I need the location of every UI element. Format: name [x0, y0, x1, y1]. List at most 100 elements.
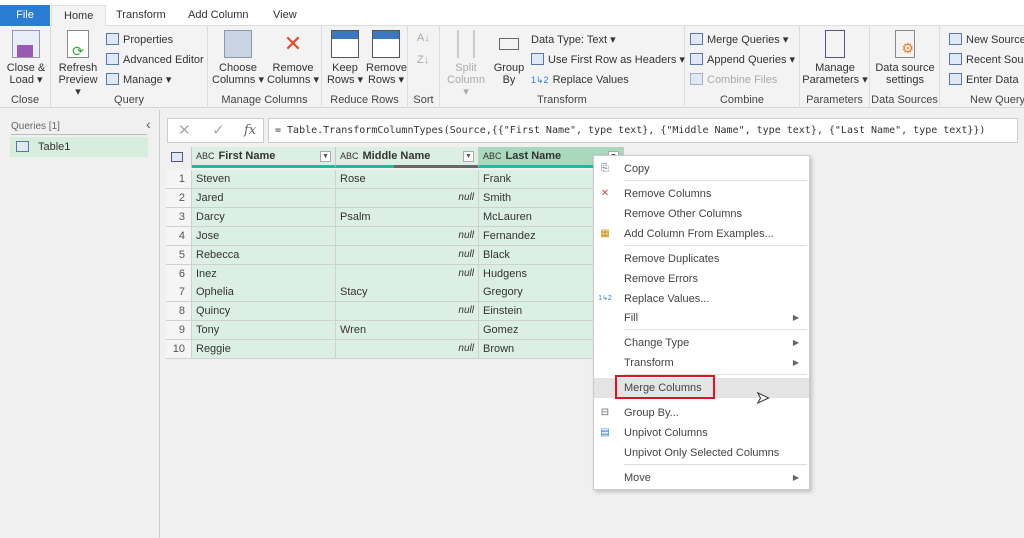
confirm-icon[interactable]: ✓	[212, 119, 225, 142]
menu-item-copy[interactable]: ⎘ Copy	[594, 159, 809, 179]
menu-item-remove-other-columns[interactable]: Remove Other Columns	[594, 204, 809, 224]
formula-input[interactable]: = Table.TransformColumnTypes(Source,{{"F…	[268, 118, 1018, 143]
table-row[interactable]: 10 Reggie null Brown	[166, 340, 624, 360]
type-text-icon[interactable]: ABC	[483, 151, 502, 161]
row-number[interactable]: 3	[166, 207, 192, 227]
row-number[interactable]: 8	[166, 302, 192, 322]
row-number[interactable]: 2	[166, 188, 192, 208]
menu-item-fill[interactable]: Fill ▶	[594, 308, 809, 328]
table-cell[interactable]: Quincy	[192, 302, 336, 322]
tab-transform[interactable]: Transform	[104, 5, 178, 26]
enter-data-button[interactable]: Enter Data	[949, 72, 1019, 88]
table-row[interactable]: 4 Jose null Fernandez	[166, 226, 624, 246]
row-number[interactable]: 10	[166, 340, 192, 360]
table-cell[interactable]: null	[336, 264, 479, 284]
menu-item-remove-errors[interactable]: Remove Errors	[594, 269, 809, 289]
remove-rows-button[interactable]: Remove Rows ▾	[366, 30, 407, 86]
group-by-button[interactable]: Group By	[490, 30, 528, 86]
table-row[interactable]: 3 Darcy Psalm McLauren	[166, 207, 624, 227]
table-cell[interactable]: null	[336, 302, 479, 322]
close-load-button[interactable]: Close & Load ▾	[4, 30, 48, 86]
table-row[interactable]: 8 Quincy null Einstein	[166, 302, 624, 322]
use-first-row-button[interactable]: Use First Row as Headers ▾	[531, 52, 685, 68]
table-cell[interactable]: null	[336, 226, 479, 246]
table-cell[interactable]: Rose	[336, 170, 479, 189]
tab-view[interactable]: View	[261, 5, 309, 26]
row-number[interactable]: 9	[166, 321, 192, 341]
table-cell[interactable]: Wren	[336, 321, 479, 341]
data-type-dropdown[interactable]: Data Type: Text ▾	[531, 32, 616, 48]
menu-item-remove-columns[interactable]: ✕ Remove Columns	[594, 184, 809, 204]
filter-dropdown-icon[interactable]: ▼	[320, 151, 331, 162]
table-cell[interactable]: Stacy	[336, 283, 479, 303]
table-row[interactable]: 7 Ophelia Stacy Gregory	[166, 283, 624, 303]
tab-home[interactable]: Home	[51, 5, 107, 26]
table-row[interactable]: 2 Jared null Smith	[166, 188, 624, 208]
fx-icon[interactable]: fx	[244, 119, 256, 142]
row-number[interactable]: 7	[166, 283, 192, 303]
keep-rows-button[interactable]: Keep Rows ▾	[326, 30, 364, 86]
query-item-table1[interactable]: Table1	[10, 137, 148, 157]
table-row[interactable]: 5 Rebecca null Black	[166, 245, 624, 265]
type-text-icon[interactable]: ABC	[196, 151, 215, 161]
refresh-preview-button[interactable]: ⟳ Refresh Preview ▾	[56, 30, 100, 98]
row-number[interactable]: 6	[166, 264, 192, 284]
menu-item-move[interactable]: Move ▶	[594, 468, 809, 488]
table-cell[interactable]: null	[336, 340, 479, 360]
row-number[interactable]: 4	[166, 226, 192, 246]
label: Refresh	[58, 62, 98, 74]
table-cell[interactable]: Jose	[192, 226, 336, 246]
menu-item-group-by[interactable]: ⊟ Group By...	[594, 403, 809, 423]
recent-sources-button[interactable]: Recent Sources	[949, 52, 1024, 68]
table-row[interactable]: 6 Inez null Hudgens	[166, 264, 624, 284]
row-number[interactable]: 5	[166, 245, 192, 265]
menu-item-unpivot-columns[interactable]: ▤ Unpivot Columns	[594, 423, 809, 443]
collapse-chevron-icon[interactable]: ‹	[146, 116, 151, 132]
table-cell[interactable]: Reggie	[192, 340, 336, 360]
table-cell[interactable]: null	[336, 188, 479, 208]
table-cell[interactable]: Rebecca	[192, 245, 336, 265]
tab-add-column[interactable]: Add Column	[176, 5, 261, 26]
new-source-button[interactable]: New Source	[949, 32, 1024, 48]
table-cell[interactable]: null	[336, 245, 479, 265]
table-cell[interactable]: Inez	[192, 264, 336, 284]
table-row[interactable]: 1 Steven Rose Frank	[166, 170, 624, 189]
split-column-button[interactable]: Split Column ▾	[446, 30, 486, 98]
column-header-middle-name[interactable]: ABC Middle Name ▼	[336, 147, 479, 168]
table-menu-icon[interactable]	[166, 147, 192, 168]
menu-item-change-type[interactable]: Change Type ▶	[594, 333, 809, 353]
choose-columns-button[interactable]: Choose Columns ▾	[212, 30, 264, 86]
table-cell[interactable]: Darcy	[192, 207, 336, 227]
remove-columns-button[interactable]: ✕ Remove Columns ▾	[266, 30, 320, 86]
column-header-first-name[interactable]: ABC First Name ▼	[192, 147, 336, 168]
manage-button[interactable]: Manage ▾	[106, 72, 171, 88]
menu-item-transform[interactable]: Transform ▶	[594, 353, 809, 373]
advanced-editor-button[interactable]: Advanced Editor	[106, 52, 204, 68]
filter-dropdown-icon[interactable]: ▼	[463, 151, 474, 162]
replace-values-button[interactable]: 1↳2 Replace Values	[531, 72, 629, 88]
type-text-icon[interactable]: ABC	[340, 151, 359, 161]
table-row[interactable]: 9 Tony Wren Gomez	[166, 321, 624, 341]
close-load-icon	[12, 30, 40, 58]
menu-item-add-column-from-examples[interactable]: ▦ Add Column From Examples...	[594, 224, 809, 244]
menu-item-replace-values[interactable]: 1↳2 Replace Values...	[594, 289, 809, 309]
data-source-settings-button[interactable]: ⚙ Data source settings	[872, 30, 938, 86]
merge-queries-button[interactable]: Merge Queries ▾	[690, 32, 788, 48]
manage-parameters-button[interactable]: Manage Parameters ▾	[802, 30, 868, 86]
table-cell[interactable]: Tony	[192, 321, 336, 341]
menu-item-remove-duplicates[interactable]: Remove Duplicates	[594, 249, 809, 269]
table-cell[interactable]: Jared	[192, 188, 336, 208]
row-number[interactable]: 1	[166, 170, 192, 189]
table-cell[interactable]: Psalm	[336, 207, 479, 227]
combine-files-button[interactable]: Combine Files	[690, 72, 777, 88]
split-column-icon	[457, 30, 475, 58]
properties-button[interactable]: Properties	[106, 32, 173, 48]
cancel-icon[interactable]: ✕	[178, 119, 191, 142]
menu-item-unpivot-only-selected-columns[interactable]: Unpivot Only Selected Columns	[594, 443, 809, 463]
tab-file[interactable]: File	[0, 5, 50, 26]
table-cell[interactable]: Ophelia	[192, 283, 336, 303]
append-queries-button[interactable]: Append Queries ▾	[690, 52, 795, 68]
sort-ascending-icon[interactable]: A↓	[417, 30, 430, 46]
table-cell[interactable]: Steven	[192, 170, 336, 189]
sort-descending-icon[interactable]: Z↓	[417, 52, 429, 68]
